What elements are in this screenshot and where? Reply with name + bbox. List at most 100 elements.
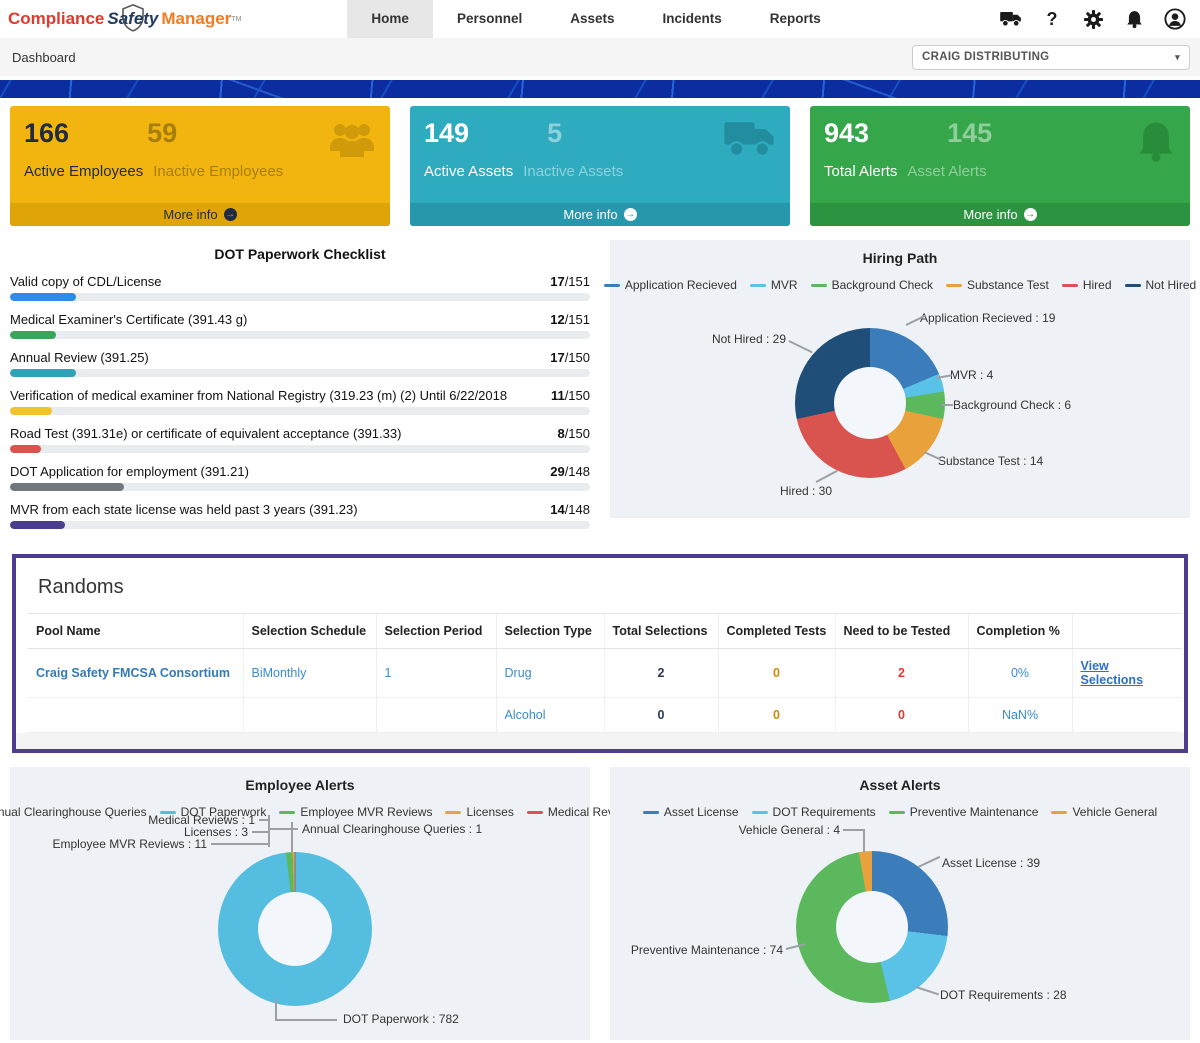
col-actions xyxy=(1072,614,1182,649)
alerts-stat-card: 943 145 Total Alerts Asset Alerts More i… xyxy=(810,106,1190,226)
table-header-row: Pool Name Selection Schedule Selection P… xyxy=(28,614,1182,649)
slice-label: Hired : 30 xyxy=(780,484,832,498)
pool-name-link[interactable]: Craig Safety FMCSA Consortium xyxy=(28,649,243,698)
notifications-icon[interactable] xyxy=(1123,8,1145,30)
progress-fill xyxy=(10,407,52,415)
employee-alerts-chart: Employee Alerts Annual Clearinghouse Que… xyxy=(10,767,590,1040)
asset-alerts-donut xyxy=(796,851,948,1003)
checklist-title: DOT Paperwork Checklist xyxy=(10,246,590,262)
slice-label: Employee MVR Reviews : 11 xyxy=(40,837,207,851)
slice-label: Substance Test : 14 xyxy=(938,454,1043,468)
checklist-item: MVR from each state license was held pas… xyxy=(10,502,590,529)
chart-legend: Application Recieved MVR Background Chec… xyxy=(610,278,1190,292)
slice-label: Vehicle General : 4 xyxy=(680,823,840,837)
logo-manager: Manager xyxy=(161,9,231,29)
active-assets-label: Active Assets xyxy=(424,163,513,180)
truck-icon xyxy=(724,120,776,163)
help-icon[interactable]: ? xyxy=(1041,8,1063,30)
settings-icon[interactable] xyxy=(1082,8,1104,30)
users-icon xyxy=(328,120,376,165)
top-navigation-bar: ComplianceSafetyManagerTM Home Personnel… xyxy=(0,0,1200,38)
col-selection-type: Selection Type xyxy=(496,614,604,649)
col-completed-tests: Completed Tests xyxy=(718,614,835,649)
slice-label: Asset License : 39 xyxy=(942,856,1040,870)
assets-stat-card: 149 5 Active Assets Inactive Assets More… xyxy=(410,106,790,226)
progress-track xyxy=(10,445,590,453)
col-need-to-be-tested: Need to be Tested xyxy=(835,614,968,649)
breadcrumb: Dashboard xyxy=(12,50,76,65)
main-nav: Home Personnel Assets Incidents Reports xyxy=(347,0,844,38)
slice-label: Preventive Maintenance : 74 xyxy=(615,943,783,957)
progress-fill xyxy=(10,521,65,529)
asset-alerts-count: 145 xyxy=(947,118,992,149)
arrow-circle-right-icon xyxy=(224,208,237,221)
assets-more-info-button[interactable]: More info xyxy=(410,203,790,226)
arrow-circle-right-icon xyxy=(1024,208,1037,221)
col-selection-schedule: Selection Schedule xyxy=(243,614,376,649)
inactive-assets-count: 5 xyxy=(547,118,562,149)
employees-stat-card: 166 59 Active Employees Inactive Employe… xyxy=(10,106,390,226)
bell-icon xyxy=(1136,120,1176,169)
employees-more-info-button[interactable]: More info xyxy=(10,203,390,226)
arrow-circle-right-icon xyxy=(624,208,637,221)
total-alerts-label: Total Alerts xyxy=(824,163,897,180)
hiring-path-chart: Hiring Path Application Recieved MVR Bac… xyxy=(610,240,1190,518)
alerts-more-info-button[interactable]: More info xyxy=(810,203,1190,226)
chart-title: Employee Alerts xyxy=(10,767,590,793)
slice-label: Application Recieved : 19 xyxy=(920,311,1055,325)
stat-cards-row: 166 59 Active Employees Inactive Employe… xyxy=(10,106,1190,226)
checklist-item: Valid copy of CDL/License17/151 xyxy=(10,274,590,301)
checklist-item: Medical Examiner's Certificate (391.43 g… xyxy=(10,312,590,339)
slice-label: Annual Clearinghouse Queries : 1 xyxy=(302,822,482,836)
table-row: Craig Safety FMCSA Consortium BiMonthly … xyxy=(28,649,1182,698)
view-selections-link[interactable]: View Selections xyxy=(1072,649,1182,698)
col-completion-pct: Completion % xyxy=(968,614,1072,649)
randoms-title: Randoms xyxy=(38,576,1172,599)
nav-assets[interactable]: Assets xyxy=(546,0,638,38)
randoms-panel: Randoms Pool Name Selection Schedule Sel… xyxy=(12,554,1188,753)
toolbar: Dashboard CRAIG DISTRIBUTING ▾ xyxy=(0,38,1200,76)
app-logo[interactable]: ComplianceSafetyManagerTM xyxy=(0,0,251,38)
chart-title: Hiring Path xyxy=(610,240,1190,266)
progress-fill xyxy=(10,331,56,339)
truck-icon[interactable] xyxy=(1000,8,1022,30)
progress-track xyxy=(10,407,590,415)
slice-label: Background Check : 6 xyxy=(953,398,1071,412)
checklist-count: 29/148 xyxy=(550,464,590,479)
col-selection-period: Selection Period xyxy=(376,614,496,649)
checklist-count: 12/151 xyxy=(550,312,590,327)
logo-compliance: Compliance xyxy=(8,9,104,29)
checklist-item: Annual Review (391.25)17/150 xyxy=(10,350,590,377)
chevron-down-icon: ▾ xyxy=(1175,52,1180,63)
checklist-item: Road Test (391.31e) or certificate of eq… xyxy=(10,426,590,453)
company-selector[interactable]: CRAIG DISTRIBUTING ▾ xyxy=(912,45,1190,70)
account-icon[interactable] xyxy=(1164,8,1186,30)
col-total-selections: Total Selections xyxy=(604,614,718,649)
table-footer-strip xyxy=(16,733,1184,749)
progress-fill xyxy=(10,369,76,377)
col-pool-name: Pool Name xyxy=(28,614,243,649)
nav-personnel[interactable]: Personnel xyxy=(433,0,546,38)
nav-reports[interactable]: Reports xyxy=(746,0,845,38)
total-alerts-count: 943 xyxy=(824,118,869,149)
inactive-employees-label: Inactive Employees xyxy=(153,163,283,180)
logo-safety: Safety xyxy=(104,9,161,29)
progress-fill xyxy=(10,483,124,491)
checklist-count: 11/150 xyxy=(551,388,590,403)
employee-alerts-donut xyxy=(218,852,372,1006)
progress-track xyxy=(10,521,590,529)
nav-incidents[interactable]: Incidents xyxy=(639,0,746,38)
nav-home[interactable]: Home xyxy=(347,0,433,38)
chart-title: Asset Alerts xyxy=(610,767,1190,793)
checklist-count: 8/150 xyxy=(557,426,590,441)
checklist-count: 14/148 xyxy=(550,502,590,517)
progress-track xyxy=(10,369,590,377)
table-row: Alcohol 0 0 0 NaN% xyxy=(28,698,1182,733)
progress-fill xyxy=(10,445,41,453)
header-icon-group: ? xyxy=(1000,0,1200,38)
progress-fill xyxy=(10,293,76,301)
inactive-employees-count: 59 xyxy=(147,118,177,149)
company-selector-value: CRAIG DISTRIBUTING xyxy=(922,51,1049,63)
progress-track xyxy=(10,331,590,339)
slice-label: DOT Requirements : 28 xyxy=(940,988,1067,1002)
